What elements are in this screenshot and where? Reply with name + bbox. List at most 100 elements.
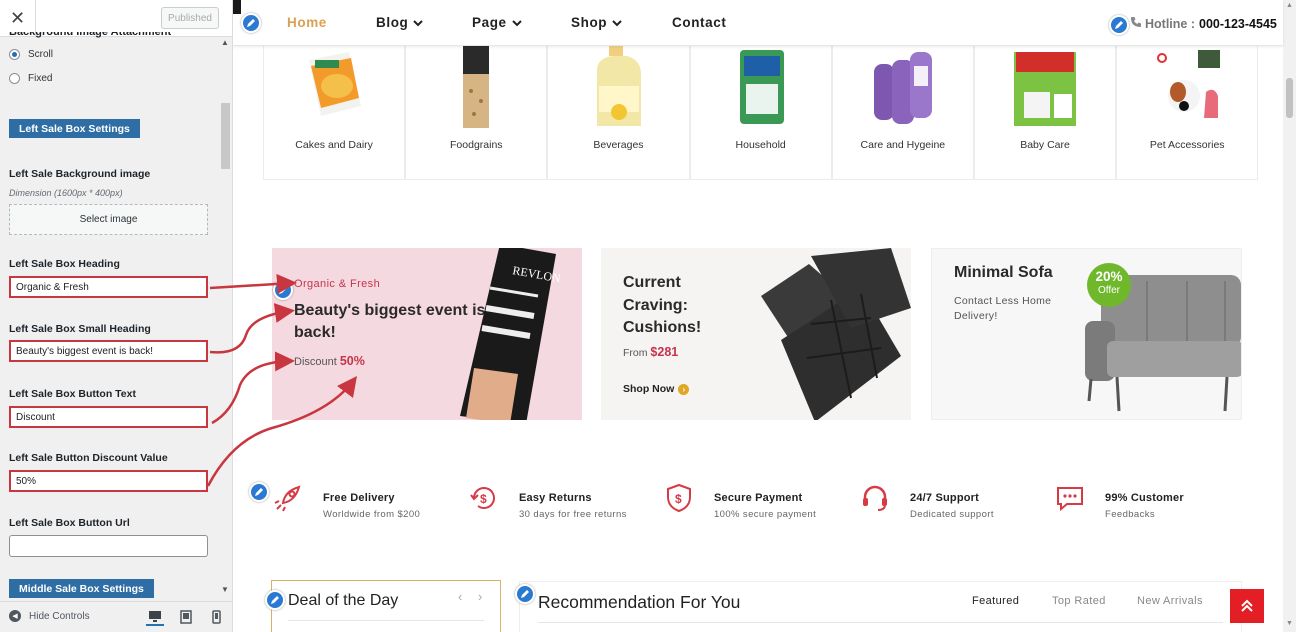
left-sale-discount[interactable]: Discount 50%: [294, 354, 365, 368]
nav-home[interactable]: Home: [287, 15, 327, 30]
pet-items-image: [1157, 50, 1221, 118]
edit-shortcut-icon[interactable]: [1109, 15, 1129, 35]
radio-checked-icon[interactable]: [9, 49, 20, 60]
nav-page[interactable]: Page: [472, 15, 522, 30]
headset-icon: [863, 485, 887, 511]
panel-scroll-thumb[interactable]: [221, 103, 230, 169]
category-card[interactable]: Baby Care: [973, 38, 1117, 180]
edit-shortcut-icon[interactable]: [249, 482, 269, 502]
nav-shop[interactable]: Shop: [571, 15, 622, 30]
site-preview: Home Blog Page Shop Contact Hotline : 00…: [233, 0, 1296, 632]
middle-sale-box[interactable]: Current Craving: Cushions! From $281 Sho…: [601, 248, 911, 420]
panel-footer: ◀ Hide Controls: [0, 601, 232, 632]
arrow-right-icon: ›: [678, 383, 690, 395]
chevron-right-icon[interactable]: ›: [478, 589, 482, 604]
desktop-preview-icon[interactable]: [146, 608, 164, 626]
nav-blog[interactable]: Blog: [376, 15, 424, 30]
left-sale-section-button[interactable]: Left Sale Box Settings: [9, 119, 140, 138]
edit-shortcut-icon[interactable]: [273, 280, 293, 300]
edit-shortcut-icon[interactable]: [241, 13, 261, 33]
grain-bag-image: [463, 46, 490, 128]
category-card[interactable]: Household: [689, 38, 832, 180]
panel-scrollbar[interactable]: [219, 37, 232, 597]
radio-fixed-label: Fixed: [28, 73, 53, 84]
svg-text:$: $: [480, 492, 487, 506]
feature-item: $ Secure Payment 100% secure payment: [664, 483, 816, 520]
tab-featured[interactable]: Featured: [972, 595, 1019, 607]
right-sale-box[interactable]: Minimal Sofa Contact Less Home Delivery!…: [931, 248, 1242, 420]
radio-scroll[interactable]: Scroll: [9, 49, 53, 60]
mac-cheese-box-image: [309, 52, 362, 116]
bg-image-desc: Dimension (1600px * 400px): [9, 188, 123, 198]
feature-title: Secure Payment: [714, 492, 803, 504]
button-text-label: Left Sale Box Button Text: [9, 388, 136, 400]
edit-shortcut-icon[interactable]: [265, 590, 285, 610]
heading-input[interactable]: [9, 276, 208, 298]
tab-new-arrivals[interactable]: New Arrivals: [1137, 595, 1203, 607]
left-sale-box[interactable]: Organic & Fresh Beauty's biggest event i…: [272, 248, 582, 420]
deal-title: Deal of the Day: [288, 592, 399, 609]
category-card[interactable]: Pet Accessories: [1116, 38, 1259, 180]
category-label: Beverages: [593, 139, 644, 151]
category-label: Care and Hygeine: [860, 139, 946, 151]
back-to-top-button[interactable]: [1230, 589, 1264, 623]
collapse-arrow-icon: ◀: [9, 610, 21, 622]
nav-home-label: Home: [287, 15, 327, 30]
scroll-down-icon[interactable]: ▼: [221, 585, 229, 594]
discount-value-input[interactable]: [9, 470, 208, 492]
heading-label: Left Sale Box Heading: [9, 258, 120, 270]
scroll-up-icon[interactable]: ▲: [1286, 2, 1293, 9]
scroll-up-icon[interactable]: ▲: [221, 38, 229, 47]
wash-bottles-image: [873, 52, 932, 124]
tab-top-rated[interactable]: Top Rated: [1052, 595, 1106, 607]
mobile-preview-icon[interactable]: [207, 608, 225, 626]
svg-text:$: $: [675, 492, 682, 506]
category-card[interactable]: Beverages: [547, 38, 690, 180]
double-chevron-up-icon: [1241, 599, 1253, 612]
divider: [538, 622, 1223, 623]
offer-badge: 20% Offer: [1087, 263, 1131, 307]
button-url-input[interactable]: [9, 535, 208, 557]
right-sale-subtitle: Contact Less Home Delivery!: [954, 295, 1052, 322]
close-icon[interactable]: ✕: [0, 0, 36, 36]
chevron-left-icon[interactable]: ‹: [458, 589, 462, 604]
hotline[interactable]: Hotline : 000-123-4545: [1130, 16, 1277, 31]
shield-icon: $: [667, 483, 691, 513]
select-image-button[interactable]: Select image: [9, 204, 208, 235]
category-card[interactable]: Foodgrains: [405, 38, 548, 180]
left-sale-heading: Organic & Fresh: [294, 278, 381, 290]
category-card[interactable]: Care and Hygeine: [831, 38, 974, 180]
radio-scroll-label: Scroll: [28, 49, 54, 60]
published-button[interactable]: Published: [161, 7, 219, 29]
radio-unchecked-icon[interactable]: [9, 73, 20, 84]
small-heading-input[interactable]: [9, 340, 208, 362]
edit-shortcut-icon[interactable]: [515, 584, 535, 604]
shop-now-button[interactable]: Shop Now ›: [623, 383, 690, 395]
feature-sub: Worldwide from $200: [323, 509, 421, 520]
cushions-image: [761, 248, 911, 420]
reco-title: Recommendation For You: [538, 592, 741, 612]
discount-value: 50%: [339, 354, 365, 368]
button-text-input[interactable]: [9, 406, 208, 428]
small-heading-label: Left Sale Box Small Heading: [9, 323, 151, 335]
nav-contact-label: Contact: [672, 15, 727, 30]
category-card[interactable]: Cakes and Dairy: [263, 38, 406, 180]
preview-scrollbar[interactable]: ▲ ▼: [1283, 0, 1296, 632]
feature-sub: 30 days for free returns: [519, 509, 627, 520]
cleaner-pack-image: [739, 50, 784, 124]
feature-item: $ Easy Returns 30 days for free returns: [469, 483, 627, 520]
right-sale-title: Minimal Sofa: [954, 264, 1053, 281]
tablet-preview-icon[interactable]: [177, 608, 195, 626]
feature-title: Free Delivery: [323, 492, 395, 504]
price-value: $281: [650, 345, 679, 359]
chat-icon: [1057, 487, 1083, 512]
feature-item: Free Delivery Worldwide from $200: [273, 483, 420, 520]
nav-contact[interactable]: Contact: [672, 15, 726, 30]
rocket-icon: [274, 485, 301, 512]
preview-scroll-thumb[interactable]: [1286, 78, 1293, 118]
hide-controls-button[interactable]: ◀ Hide Controls: [9, 610, 90, 622]
scroll-down-icon[interactable]: ▼: [1286, 620, 1293, 627]
chevron-down-icon: [413, 15, 424, 30]
middle-sale-section-button[interactable]: Middle Sale Box Settings: [9, 579, 154, 598]
radio-fixed[interactable]: Fixed: [9, 73, 52, 84]
